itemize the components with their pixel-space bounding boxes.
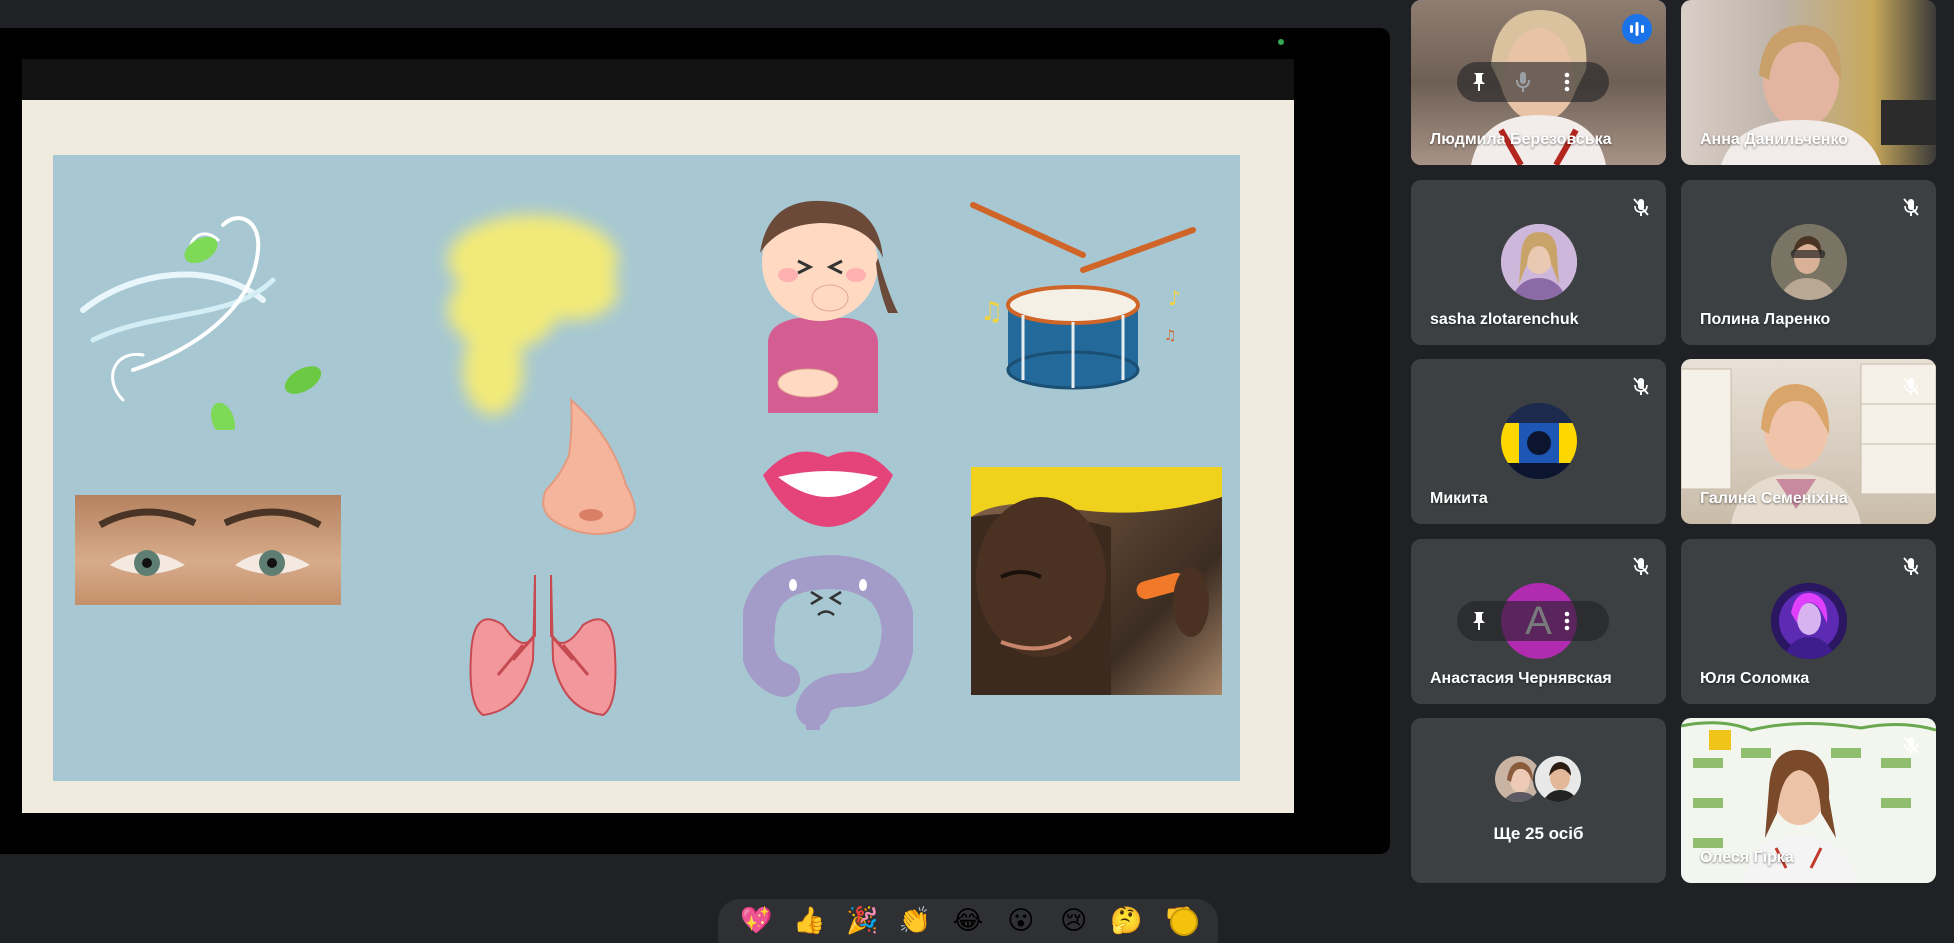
thinking-face-icon[interactable]: 🤔 xyxy=(1108,902,1146,940)
mic-off-icon xyxy=(1633,377,1649,395)
avatar xyxy=(1770,583,1847,659)
participant-name: Галина Семеніхіна xyxy=(1700,490,1848,507)
avatar xyxy=(1500,224,1577,300)
presenting-indicator xyxy=(1278,39,1284,45)
tile-hover-controls xyxy=(1457,62,1609,102)
surprised-face-icon[interactable]: 😮 xyxy=(1002,902,1040,940)
drum-and-sticks: ♫ ♪ ♫ xyxy=(970,202,1196,390)
avatar xyxy=(1500,403,1577,479)
participant-name: Анна Данильченко xyxy=(1700,131,1849,148)
participant-name: Олеся Гірка xyxy=(1700,849,1794,866)
avatar xyxy=(1533,754,1583,804)
mute-for-everyone-icon[interactable] xyxy=(1501,62,1545,102)
thumbs-up-icon[interactable]: 👍 xyxy=(790,902,828,940)
crying-face-icon[interactable]: 😢 xyxy=(1055,902,1093,940)
avatar xyxy=(1770,224,1847,300)
sparkling-heart-icon[interactable]: 💖 xyxy=(737,902,775,940)
participant-tile[interactable]: Галина Семеніхіна xyxy=(1681,359,1936,524)
mic-off-icon xyxy=(1633,198,1649,216)
participant-name: Анастасия Чернявская xyxy=(1430,670,1612,687)
participant-tile[interactable]: Юля Соломка xyxy=(1681,539,1936,704)
clapping-hands-icon[interactable]: 👏 xyxy=(896,902,934,940)
mic-off-icon xyxy=(1903,198,1919,216)
participant-name: sasha zlotarenchuk xyxy=(1430,311,1579,328)
party-popper-icon[interactable]: 🎉 xyxy=(843,902,881,940)
participant-tile[interactable]: Анна Данильченко xyxy=(1681,0,1936,165)
coughing-girl xyxy=(760,200,898,413)
participant-tile[interactable]: Микита xyxy=(1411,359,1666,524)
pin-icon[interactable] xyxy=(1457,62,1501,102)
participant-tile[interactable]: A Анастасия Чернявская xyxy=(1411,539,1666,704)
sad-intestine xyxy=(743,555,913,730)
participant-name: Юля Соломка xyxy=(1700,670,1810,687)
pin-icon[interactable] xyxy=(1457,601,1501,641)
speaking-indicator-icon xyxy=(1622,14,1652,44)
worker-earplug-photo xyxy=(971,467,1222,695)
tears-of-joy-icon[interactable]: 😂 xyxy=(949,902,987,940)
participant-name: Полина Ларенко xyxy=(1700,311,1831,328)
mute-for-everyone-icon[interactable] xyxy=(1501,601,1545,641)
participant-name: Людмила Березовська xyxy=(1430,131,1612,148)
svg-text:♫: ♫ xyxy=(980,297,1003,327)
eyes-photo xyxy=(75,495,341,605)
participant-name: Микита xyxy=(1430,490,1488,507)
mic-off-icon xyxy=(1903,736,1919,754)
svg-text:♫: ♫ xyxy=(1164,328,1177,344)
slide-content-panel: ♫ ♪ ♫ xyxy=(53,155,1240,781)
others-tile[interactable]: Ще 25 осіб xyxy=(1411,718,1666,883)
lungs xyxy=(469,574,617,717)
participant-tile[interactable]: Людмила Березовська xyxy=(1411,0,1666,165)
wind-illustration xyxy=(80,216,276,430)
leaf-icon xyxy=(284,366,322,394)
skin-tone-circle-icon[interactable] xyxy=(1166,904,1202,940)
more-options-icon[interactable] xyxy=(1545,62,1589,102)
tile-hover-controls xyxy=(1457,601,1609,641)
nose xyxy=(542,397,636,535)
slide-top-bar xyxy=(22,59,1294,100)
others-count-label: Ще 25 осіб xyxy=(1493,824,1584,843)
participant-tile[interactable]: sasha zlotarenchuk xyxy=(1411,180,1666,345)
mic-off-icon xyxy=(1903,377,1919,395)
more-options-icon[interactable] xyxy=(1545,601,1589,641)
lips xyxy=(763,451,893,527)
participant-tile[interactable]: Олеся Гірка xyxy=(1681,718,1936,883)
mic-off-icon xyxy=(1903,557,1919,575)
participant-tile[interactable]: Полина Ларенко xyxy=(1681,180,1936,345)
svg-text:♪: ♪ xyxy=(1168,286,1181,310)
reactions-bar: 💖 👍 🎉 👏 😂 😮 😢 🤔 👎 xyxy=(718,899,1218,943)
mic-off-icon xyxy=(1633,557,1649,575)
